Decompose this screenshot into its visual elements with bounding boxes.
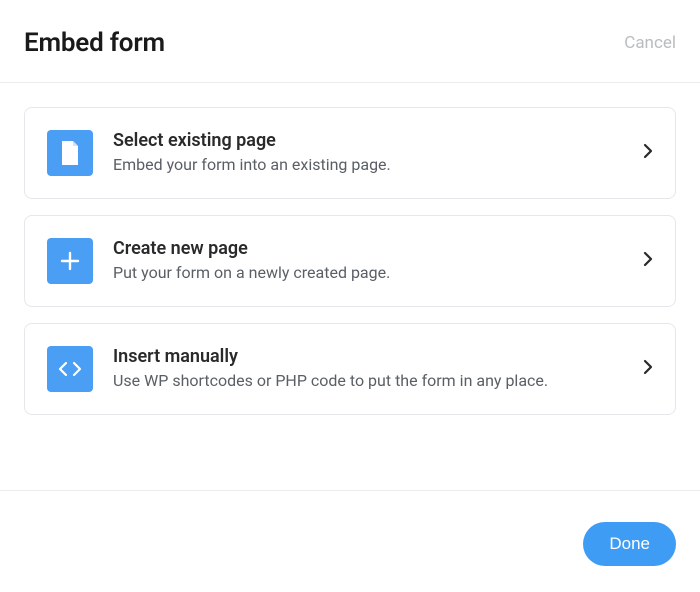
plus-icon — [47, 238, 93, 284]
option-desc: Put your form on a newly created page. — [113, 263, 623, 284]
option-title: Create new page — [113, 238, 623, 259]
option-text: Select existing page Embed your form int… — [113, 130, 623, 176]
option-title: Insert manually — [113, 346, 623, 367]
cancel-button[interactable]: Cancel — [624, 33, 676, 53]
option-insert-manually[interactable]: Insert manually Use WP shortcodes or PHP… — [24, 323, 676, 415]
option-desc: Use WP shortcodes or PHP code to put the… — [113, 371, 623, 392]
options-list: Select existing page Embed your form int… — [0, 83, 700, 433]
dialog-title: Embed form — [24, 28, 165, 58]
chevron-right-icon — [643, 251, 653, 271]
chevron-right-icon — [643, 359, 653, 379]
option-create-new-page[interactable]: Create new page Put your form on a newly… — [24, 215, 676, 307]
option-text: Insert manually Use WP shortcodes or PHP… — [113, 346, 623, 392]
page-icon — [47, 130, 93, 176]
option-text: Create new page Put your form on a newly… — [113, 238, 623, 284]
code-icon — [47, 346, 93, 392]
divider — [0, 490, 700, 491]
chevron-right-icon — [643, 143, 653, 163]
done-button[interactable]: Done — [583, 522, 676, 566]
dialog-footer: Done — [583, 522, 676, 566]
dialog-header: Embed form Cancel — [0, 0, 700, 82]
option-title: Select existing page — [113, 130, 623, 151]
option-desc: Embed your form into an existing page. — [113, 155, 623, 176]
option-select-existing-page[interactable]: Select existing page Embed your form int… — [24, 107, 676, 199]
